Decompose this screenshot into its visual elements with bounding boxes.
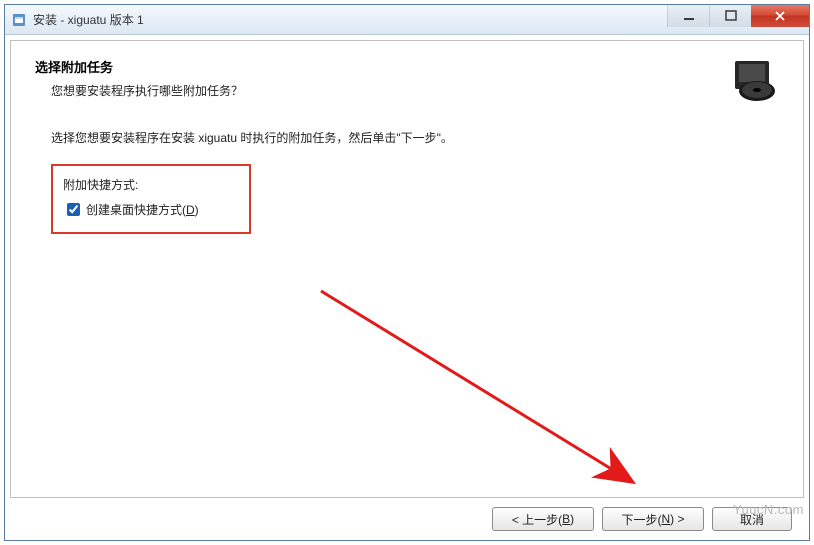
maximize-icon bbox=[725, 10, 737, 22]
next-button[interactable]: 下一步(N) > bbox=[602, 507, 704, 531]
titlebar[interactable]: 安装 - xiguatu 版本 1 bbox=[5, 5, 809, 35]
page-title: 选择附加任务 bbox=[35, 57, 717, 76]
desktop-shortcut-row: 创建桌面快捷方式(D) bbox=[63, 201, 239, 218]
window-controls bbox=[667, 5, 809, 34]
content-panel: 选择附加任务 您想要安装程序执行哪些附加任务？ 选择您想要安装程序在安装 xig… bbox=[10, 40, 804, 498]
instruction-text: 选择您想要安装程序在安装 xiguatu 时执行的附加任务，然后单击"下一步"。 bbox=[35, 129, 779, 146]
annotation-arrow bbox=[311, 281, 691, 501]
wizard-button-bar: < 上一步(B) 下一步(N) > 取消 bbox=[10, 498, 804, 540]
header-text: 选择附加任务 您想要安装程序执行哪些附加任务？ bbox=[35, 57, 717, 99]
close-button[interactable] bbox=[751, 5, 809, 27]
setup-disc-icon bbox=[729, 57, 779, 105]
maximize-button[interactable] bbox=[709, 5, 751, 27]
close-icon bbox=[773, 9, 787, 23]
desktop-shortcut-checkbox[interactable] bbox=[67, 203, 80, 216]
page-header: 选择附加任务 您想要安装程序执行哪些附加任务？ bbox=[35, 57, 779, 105]
installer-window: 安装 - xiguatu 版本 1 选择附加任务 您想要安装程序执行哪些附加任务… bbox=[4, 4, 810, 541]
page-subtitle: 您想要安装程序执行哪些附加任务？ bbox=[35, 82, 717, 99]
content-outer: 选择附加任务 您想要安装程序执行哪些附加任务？ 选择您想要安装程序在安装 xig… bbox=[5, 35, 809, 540]
minimize-icon bbox=[683, 10, 695, 22]
installer-icon bbox=[11, 12, 27, 28]
desktop-shortcut-label[interactable]: 创建桌面快捷方式(D) bbox=[86, 201, 199, 218]
window-title: 安装 - xiguatu 版本 1 bbox=[33, 11, 667, 28]
shortcuts-group-highlight: 附加快捷方式: 创建桌面快捷方式(D) bbox=[51, 164, 251, 234]
shortcuts-group-label: 附加快捷方式: bbox=[63, 176, 239, 193]
minimize-button[interactable] bbox=[667, 5, 709, 27]
watermark-text: YuucN.com bbox=[733, 502, 804, 517]
back-button[interactable]: < 上一步(B) bbox=[492, 507, 594, 531]
